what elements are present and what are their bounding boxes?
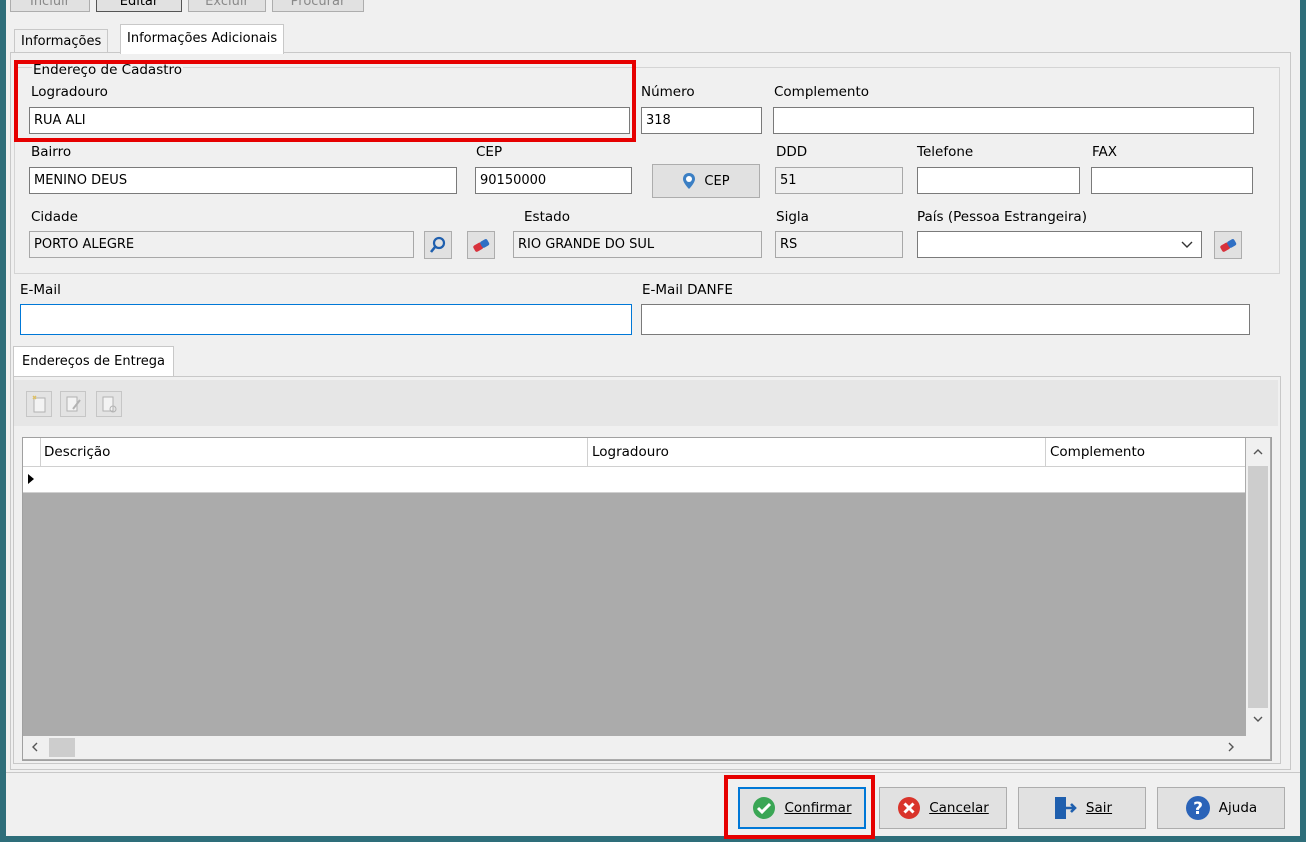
ajuda-label: Ajuda (1218, 800, 1258, 816)
cep-label: CEP (476, 144, 503, 160)
tab-informacoes-adicionais[interactable]: Informações Adicionais (120, 24, 285, 54)
scroll-right-icon[interactable] (1228, 742, 1235, 752)
cidade-clear-button[interactable] (467, 231, 495, 259)
complemento-field[interactable] (773, 107, 1254, 134)
map-pin-icon (683, 173, 696, 189)
table-row[interactable] (23, 467, 1245, 493)
ddd-field: 51 (775, 167, 903, 194)
email-label: E-Mail (20, 282, 61, 298)
pais-label: País (Pessoa Estrangeira) (917, 209, 1087, 225)
editar-button[interactable]: Editar (96, 0, 182, 12)
column-header-logradouro[interactable]: Logradouro (592, 444, 669, 460)
footer-divider (6, 772, 1300, 773)
edit-address-button[interactable] (60, 391, 86, 417)
tab-informacoes[interactable]: Informações (14, 29, 109, 54)
excluir-button[interactable]: Excluir (188, 0, 266, 12)
svg-text:?: ? (1193, 799, 1203, 819)
numero-field[interactable]: 318 (641, 107, 762, 134)
delete-document-icon (102, 396, 117, 413)
estado-label: Estado (524, 209, 570, 225)
cep-field[interactable]: 90150000 (475, 167, 632, 194)
telefone-field[interactable] (917, 167, 1080, 194)
cancelar-button[interactable]: Cancelar (879, 787, 1007, 829)
cep-search-button[interactable]: CEP (652, 164, 760, 198)
scroll-up-icon[interactable] (1253, 448, 1263, 455)
entrega-grid: Descrição Logradouro Complemento (22, 437, 1272, 761)
email-danfe-field[interactable] (641, 304, 1250, 335)
window-frame-right (1300, 0, 1306, 842)
email-field[interactable] (20, 304, 632, 335)
row-pointer-icon (28, 474, 34, 484)
sigla-field: RS (775, 231, 903, 258)
cancel-circle-icon (898, 797, 921, 819)
horizontal-scroll-thumb[interactable] (49, 738, 75, 757)
sair-label: Sair (1085, 800, 1113, 816)
pais-select[interactable] (917, 231, 1202, 258)
window-frame-left (0, 0, 6, 842)
sair-button[interactable]: Sair (1018, 787, 1146, 829)
exit-door-icon (1054, 797, 1077, 819)
complemento-label: Complemento (774, 84, 870, 100)
eraser-icon (473, 239, 490, 252)
horizontal-scrollbar[interactable] (23, 736, 1270, 759)
sigla-label: Sigla (776, 209, 809, 225)
scroll-down-icon[interactable] (1253, 716, 1263, 723)
bairro-field[interactable]: MENINO DEUS (29, 167, 457, 194)
column-header-complemento[interactable]: Complemento (1050, 444, 1145, 460)
cancelar-label: Cancelar (929, 800, 989, 816)
tab-enderecos-entrega[interactable]: Endereços de Entrega (13, 346, 174, 377)
column-header-descricao[interactable]: Descrição (44, 444, 110, 460)
chevron-down-icon (1181, 241, 1193, 248)
eraser-icon (1220, 239, 1237, 252)
cidade-search-button[interactable] (424, 231, 452, 259)
pais-clear-button[interactable] (1214, 231, 1242, 259)
fax-label: FAX (1092, 144, 1118, 160)
incluir-button[interactable]: Incluir (10, 0, 90, 12)
scroll-left-icon[interactable] (31, 742, 38, 752)
numero-label: Número (641, 84, 695, 100)
procurar-button[interactable]: Procurar (272, 0, 364, 12)
window-frame-bottom (0, 836, 1306, 842)
ddd-label: DDD (776, 144, 808, 160)
highlight-confirmar (724, 775, 875, 839)
edit-document-icon (66, 396, 81, 412)
fax-field[interactable] (1091, 167, 1253, 194)
entrega-toolbar (14, 380, 1278, 426)
vertical-scroll-thumb[interactable] (1248, 466, 1268, 708)
highlight-logradouro (14, 60, 636, 142)
help-circle-icon: ? (1185, 796, 1210, 820)
magnifier-icon (429, 236, 446, 253)
cidade-label: Cidade (31, 209, 78, 225)
bairro-label: Bairro (31, 144, 72, 160)
grid-header: Descrição Logradouro Complemento (23, 438, 1245, 492)
delete-address-button[interactable] (96, 391, 122, 417)
ajuda-button[interactable]: ? Ajuda (1157, 787, 1285, 829)
vertical-scrollbar[interactable] (1246, 438, 1270, 736)
telefone-label: Telefone (917, 144, 974, 160)
add-address-button[interactable] (26, 391, 52, 417)
cidade-field: PORTO ALEGRE (29, 231, 414, 258)
cep-button-label: CEP (704, 173, 730, 189)
new-document-icon (32, 395, 46, 413)
estado-field: RIO GRANDE DO SUL (513, 231, 762, 258)
email-danfe-label: E-Mail DANFE (642, 282, 733, 298)
